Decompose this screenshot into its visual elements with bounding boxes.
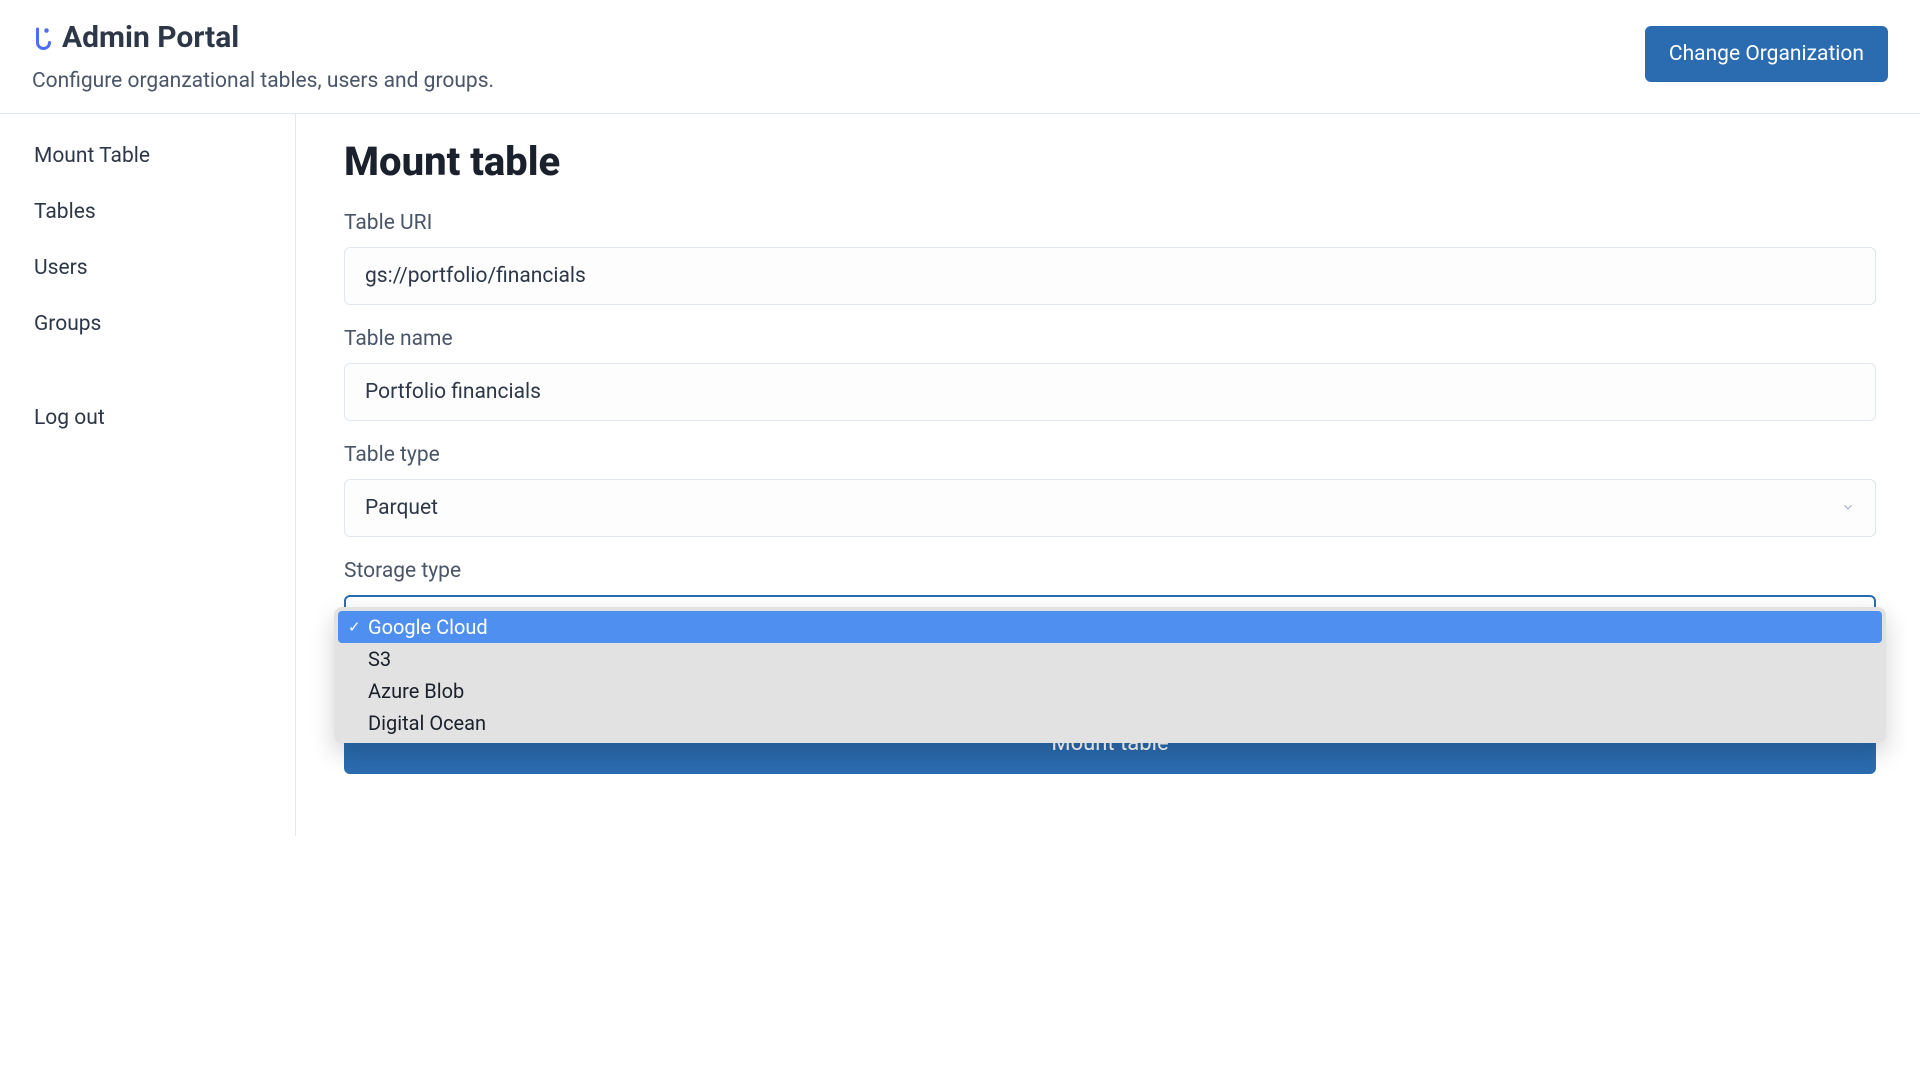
sidebar-item-logout[interactable]: Log out [0,406,295,430]
logo-icon [32,25,52,51]
storage-option-digital-ocean[interactable]: Digital Ocean [338,707,1882,739]
change-organization-button[interactable]: Change Organization [1645,26,1888,82]
field-table-uri: Table URI [344,211,1876,305]
page-title: Mount table [344,138,1876,185]
table-uri-input[interactable] [344,247,1876,305]
storage-type-label: Storage type [344,559,1876,583]
storage-type-dropdown: Google Cloud S3 Azure Blob Digital Ocean [334,607,1886,743]
table-type-label: Table type [344,443,1876,467]
field-storage-type: Storage type Google Cloud S3 Azure Blob … [344,559,1876,774]
table-type-select[interactable]: Parquet [344,479,1876,537]
sidebar-gap [0,368,295,374]
storage-option-s3[interactable]: S3 [338,643,1882,675]
sidebar-item-users[interactable]: Users [0,256,295,280]
chevron-down-icon [1841,496,1855,520]
page-subtitle: Configure organzational tables, users an… [32,69,494,93]
storage-option-google-cloud[interactable]: Google Cloud [338,611,1882,643]
page-brand-title: Admin Portal [62,20,239,55]
table-name-input[interactable] [344,363,1876,421]
main-content: Mount table Table URI Table name Table t… [296,114,1920,836]
body-area: Mount Table Tables Users Groups Log out … [0,114,1920,836]
sidebar: Mount Table Tables Users Groups Log out [0,114,296,836]
sidebar-item-tables[interactable]: Tables [0,200,295,224]
header-left: Admin Portal Configure organzational tab… [32,20,494,93]
field-table-name: Table name [344,327,1876,421]
sidebar-item-groups[interactable]: Groups [0,312,295,336]
brand: Admin Portal [32,20,494,55]
field-table-type: Table type Parquet [344,443,1876,537]
sidebar-item-mount-table[interactable]: Mount Table [0,144,295,168]
storage-option-azure-blob[interactable]: Azure Blob [338,675,1882,707]
table-type-value: Parquet [365,496,438,520]
table-name-label: Table name [344,327,1876,351]
header: Admin Portal Configure organzational tab… [0,0,1920,114]
table-type-select-wrap: Parquet [344,479,1876,537]
table-uri-label: Table URI [344,211,1876,235]
